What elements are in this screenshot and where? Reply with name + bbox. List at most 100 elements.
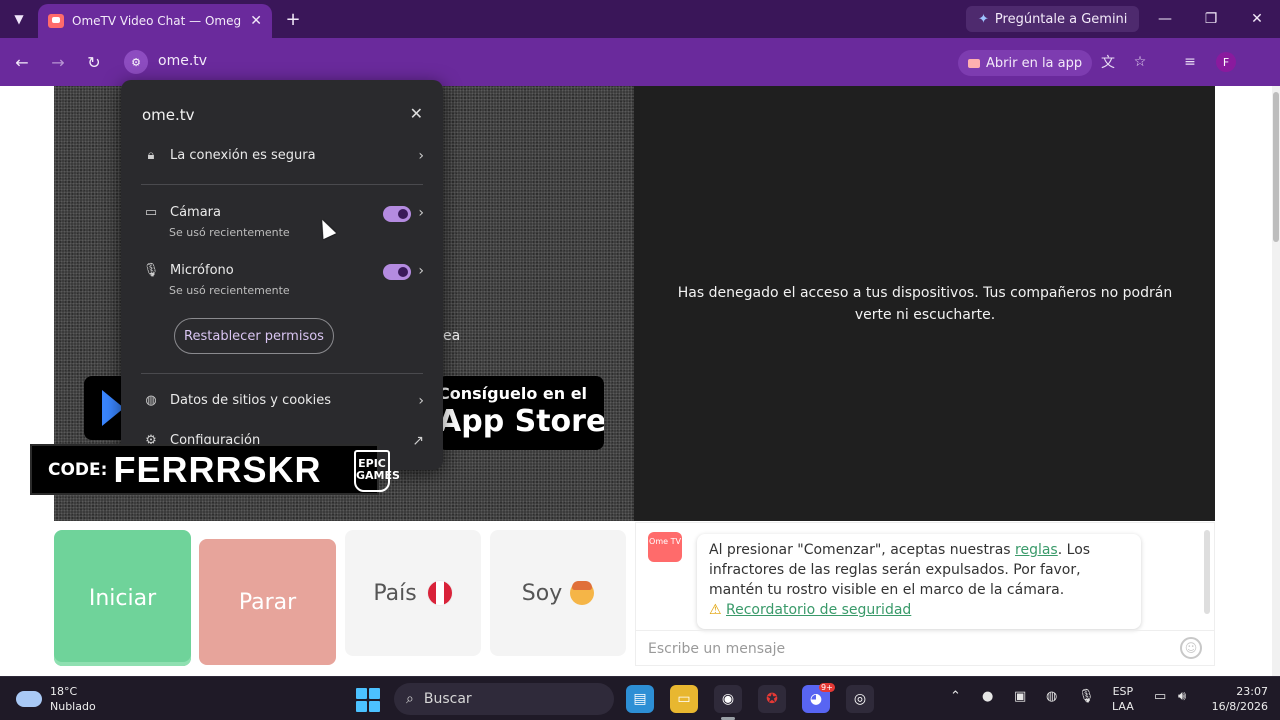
epic-tray-icon[interactable]: ▣ bbox=[1014, 689, 1026, 704]
cookies-row[interactable]: ◍ Datos de sitios y cookies › bbox=[142, 393, 424, 409]
ometv-favicon-icon bbox=[48, 14, 64, 28]
open-app-label: Abrir en la app bbox=[986, 55, 1083, 71]
divider bbox=[141, 184, 423, 185]
camera-label: Cámara bbox=[170, 205, 221, 220]
gemini-star-icon: ✦ bbox=[978, 11, 989, 27]
taskbar-search[interactable]: ⌕ Buscar bbox=[394, 683, 614, 715]
app-store-small-text: Consíguelo en el bbox=[438, 384, 588, 403]
browser-tab[interactable]: OmeTV Video Chat — Omegle ✕ bbox=[38, 4, 272, 38]
back-arrow-icon[interactable]: ← bbox=[10, 50, 34, 74]
restore-button[interactable]: ❐ bbox=[1188, 0, 1234, 38]
microphone-icon[interactable]: 🎙︎ bbox=[1078, 689, 1095, 704]
screen: ▼ OmeTV Video Chat — Omegle ✕ + ✦ Pregún… bbox=[0, 0, 1280, 720]
gender-label: Soy bbox=[521, 580, 563, 606]
microphone-row[interactable]: 🎙︎ Micrófono › bbox=[142, 262, 424, 279]
peru-flag-icon bbox=[426, 580, 453, 606]
safety-reminder-link[interactable]: Recordatorio de seguridad bbox=[726, 602, 911, 618]
lang-bottom: LAA bbox=[1112, 700, 1134, 713]
lang-top: ESP bbox=[1112, 685, 1134, 698]
chat-scrollbar[interactable] bbox=[1204, 530, 1210, 614]
chevron-up-icon[interactable]: ⌃ bbox=[950, 689, 961, 704]
connection-label: La conexión es segura bbox=[170, 148, 316, 163]
forward-arrow-icon[interactable]: → bbox=[46, 50, 70, 74]
app-icon[interactable]: ✪ bbox=[758, 685, 786, 713]
windows-start-icon[interactable] bbox=[356, 688, 380, 712]
start-button[interactable]: Iniciar bbox=[54, 530, 191, 666]
translate-icon[interactable]: 文 bbox=[1097, 51, 1119, 73]
camera-icon: ▭ bbox=[144, 205, 158, 220]
profile-avatar[interactable]: F bbox=[1216, 52, 1236, 72]
discord-badge: 9+ bbox=[819, 683, 835, 692]
obs-icon[interactable]: ◎ bbox=[846, 685, 874, 713]
message-input[interactable]: Escribe un mensaje bbox=[636, 630, 1214, 666]
reset-permissions-button[interactable]: Restablecer permisos bbox=[174, 318, 334, 354]
media-controls-icon[interactable]: ≡ bbox=[1179, 51, 1201, 73]
emoji-icon[interactable]: ☺ bbox=[1180, 637, 1202, 659]
cookie-icon: ◍ bbox=[145, 393, 157, 408]
network-icon[interactable]: ▭ bbox=[1154, 689, 1166, 704]
close-tab-icon[interactable]: ✕ bbox=[250, 13, 262, 29]
window-controls: — ❐ ✕ bbox=[1142, 0, 1280, 38]
bookmark-star-icon[interactable]: ☆ bbox=[1129, 51, 1151, 73]
notice-text-before: Al presionar "Comenzar", aceptas nuestra… bbox=[709, 542, 1016, 558]
weather-widget[interactable]: 18°C Nublado bbox=[16, 684, 96, 714]
boy-face-icon bbox=[570, 581, 595, 605]
country-button[interactable]: País bbox=[345, 530, 481, 656]
creator-code-banner: CODE: FERRRSKR EPIC GAMES bbox=[30, 444, 400, 495]
warning-icon: ⚠ bbox=[709, 602, 722, 618]
volume-icon[interactable]: 🔊︎ bbox=[1178, 689, 1186, 704]
permission-denied-message: Has denegado el acceso a tus dispositivo… bbox=[677, 285, 1173, 323]
tray-app-icon[interactable]: ● bbox=[982, 689, 993, 704]
gemini-button[interactable]: ✦ Pregúntale a Gemini bbox=[966, 6, 1140, 32]
app-icon bbox=[968, 58, 980, 68]
new-tab-button[interactable]: + bbox=[282, 8, 304, 30]
windows-taskbar: 18°C Nublado ⌕ Buscar ▤ ▭ ◉ ✪ ◕ 9+ ◎ ⌃ ●… bbox=[0, 676, 1280, 720]
lock-icon: 🔒︎ bbox=[147, 148, 155, 163]
divider bbox=[141, 373, 423, 374]
file-explorer-icon[interactable]: ▭ bbox=[670, 685, 698, 713]
steam-icon[interactable]: ◍ bbox=[1046, 689, 1057, 704]
date: 16/8/2026 bbox=[1211, 700, 1268, 713]
address-bar[interactable]: ome.tv bbox=[158, 53, 207, 69]
cookies-label: Datos de sitios y cookies bbox=[170, 393, 332, 408]
chevron-right-icon: › bbox=[418, 262, 424, 279]
chevron-right-icon: › bbox=[418, 204, 424, 221]
partial-caption-text: ea bbox=[443, 328, 461, 344]
chevron-down-icon[interactable]: ▼ bbox=[8, 8, 30, 30]
chat-notice: Al presionar "Comenzar", aceptas nuestra… bbox=[697, 534, 1141, 629]
minimize-button[interactable]: — bbox=[1142, 0, 1188, 38]
site-info-icon[interactable]: ⚙ bbox=[124, 50, 148, 74]
stop-button[interactable]: Parar bbox=[199, 539, 336, 665]
country-label: País bbox=[373, 580, 417, 606]
external-link-icon: ↗ bbox=[412, 432, 424, 449]
microphone-toggle[interactable] bbox=[383, 264, 411, 280]
epic-games-logo: EPIC GAMES bbox=[354, 450, 400, 492]
notepad-icon[interactable]: ▤ bbox=[626, 685, 654, 713]
chrome-icon[interactable]: ◉ bbox=[714, 685, 742, 713]
page-scrollbar-thumb[interactable] bbox=[1273, 92, 1279, 242]
open-in-app-button[interactable]: Abrir en la app bbox=[958, 50, 1093, 76]
popup-title: ome.tv bbox=[142, 106, 195, 124]
language-indicator[interactable]: ESP LAA bbox=[1112, 684, 1134, 714]
reload-icon[interactable]: ↻ bbox=[82, 50, 106, 74]
code-value: FERRRSKR bbox=[113, 448, 322, 490]
app-store-badge[interactable]: Consíguelo en el App Store bbox=[438, 376, 604, 450]
cloud-icon bbox=[16, 691, 42, 707]
time: 23:07 bbox=[1236, 685, 1268, 698]
weather-condition: Nublado bbox=[50, 700, 96, 713]
close-window-button[interactable]: ✕ bbox=[1234, 0, 1280, 38]
connection-secure-row[interactable]: 🔒︎ La conexión es segura › bbox=[142, 147, 424, 164]
microphone-label: Micrófono bbox=[170, 263, 234, 278]
search-icon: ⌕ bbox=[406, 691, 414, 707]
tab-title: OmeTV Video Chat — Omegle bbox=[72, 14, 242, 28]
chevron-right-icon: › bbox=[418, 147, 424, 164]
camera-row[interactable]: ▭ Cámara › bbox=[142, 204, 424, 221]
clock[interactable]: 23:07 16/8/2026 bbox=[1208, 684, 1268, 714]
site-info-popup: ome.tv ✕ 🔒︎ La conexión es segura › ▭ Cá… bbox=[121, 80, 443, 470]
gemini-label: Pregúntale a Gemini bbox=[994, 11, 1128, 27]
microphone-sub: Se usó recientemente bbox=[169, 284, 290, 297]
camera-toggle[interactable] bbox=[383, 206, 411, 222]
gender-button[interactable]: Soy bbox=[490, 530, 626, 656]
close-icon[interactable]: ✕ bbox=[410, 104, 423, 123]
rules-link[interactable]: reglas bbox=[1015, 542, 1058, 558]
